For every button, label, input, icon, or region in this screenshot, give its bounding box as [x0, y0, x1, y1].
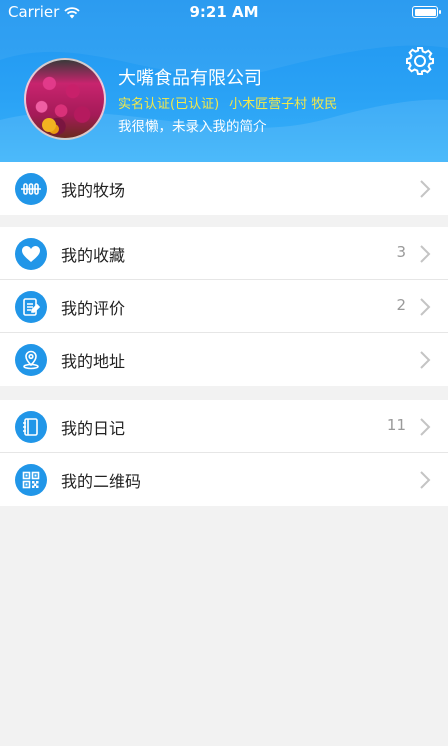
ranch-icon [15, 173, 47, 205]
user-bio: 我很懒，未录入我的简介 [118, 119, 267, 135]
chevron-right-icon [420, 180, 431, 198]
qr-code-icon [15, 464, 47, 496]
menu-group-ranch: 我的牧场 [0, 162, 448, 215]
profile-header: Carrier 9:21 AM 大嘴食品有限公司 实名认证(已认证) 小木匠营子村… [0, 0, 448, 162]
menu-group-personal: 我的收藏 3 我的评价 2 我的地址 [0, 227, 448, 386]
favorites-count: 3 [396, 243, 406, 261]
status-time: 9:21 AM [189, 3, 259, 21]
menu-label-ranch: 我的牧场 [61, 181, 126, 200]
settings-gear-icon[interactable] [404, 45, 436, 77]
notebook-icon [15, 411, 47, 443]
menu-item-ranch[interactable]: 我的牧场 [0, 162, 448, 215]
menu-label-diary: 我的日记 [61, 419, 126, 438]
user-location: 小木匠营子村 牧民 [229, 97, 338, 112]
chevron-right-icon [420, 471, 431, 489]
heart-icon [15, 238, 47, 270]
menu-item-reviews[interactable]: 我的评价 2 [0, 280, 448, 333]
reviews-count: 2 [396, 296, 406, 314]
menu-label-reviews: 我的评价 [61, 299, 126, 318]
menu-item-address[interactable]: 我的地址 [0, 333, 448, 386]
menu-label-qrcode: 我的二维码 [61, 472, 142, 491]
menu-label-address: 我的地址 [61, 352, 126, 371]
verification-line: 实名认证(已认证) 小木匠营子村 牧民 [118, 93, 337, 112]
company-name: 大嘴食品有限公司 [118, 68, 262, 89]
chevron-right-icon [420, 418, 431, 436]
status-bar: Carrier 9:21 AM [0, 0, 448, 24]
chevron-right-icon [420, 245, 431, 263]
avatar[interactable] [24, 58, 106, 140]
verification-status: 实名认证(已认证) [118, 97, 220, 112]
menu-item-favorites[interactable]: 我的收藏 3 [0, 227, 448, 280]
location-pin-icon [15, 344, 47, 376]
menu-group-tools: 我的日记 11 我的二维码 [0, 400, 448, 506]
menu-item-qrcode[interactable]: 我的二维码 [0, 453, 448, 506]
menu-label-favorites: 我的收藏 [61, 246, 126, 265]
battery-icon [412, 6, 441, 18]
chevron-right-icon [420, 298, 431, 316]
menu-item-diary[interactable]: 我的日记 11 [0, 400, 448, 453]
review-icon [15, 291, 47, 323]
chevron-right-icon [420, 351, 431, 369]
diary-count: 11 [386, 416, 406, 434]
